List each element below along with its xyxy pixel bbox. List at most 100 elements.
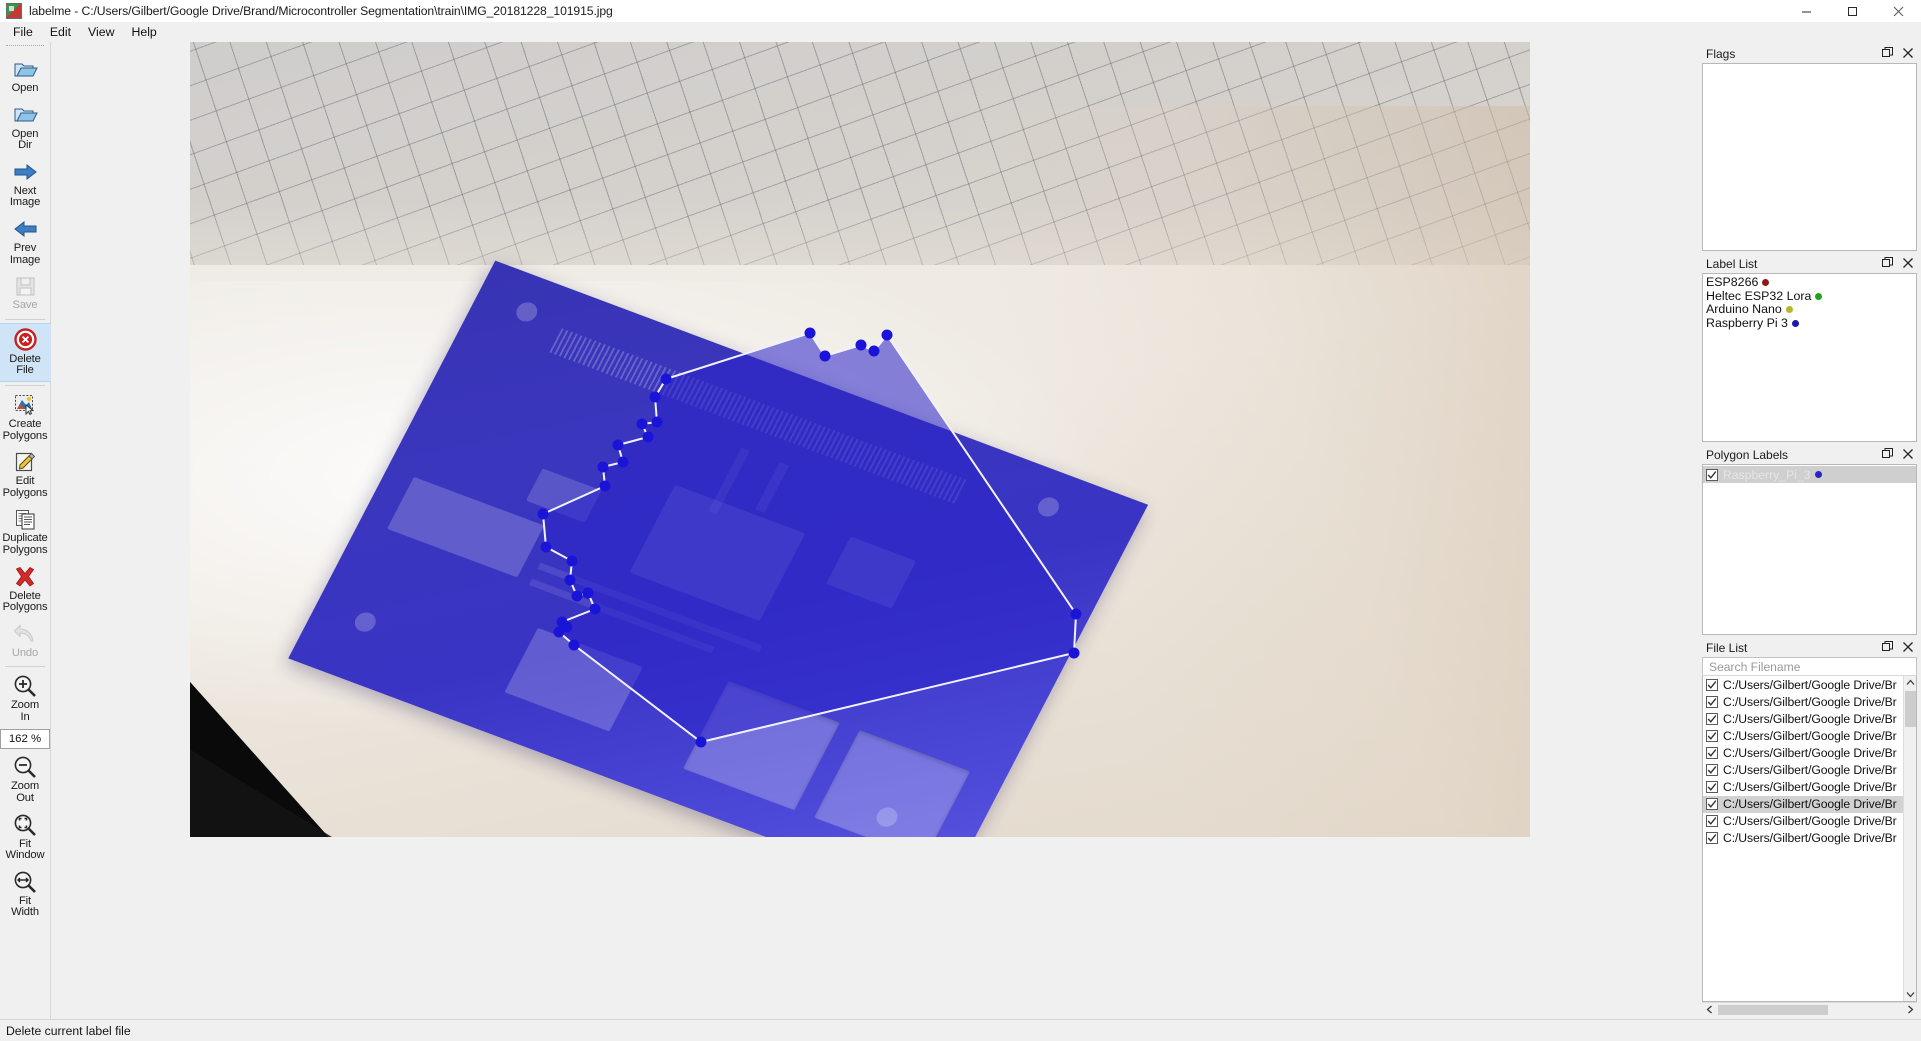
polygon-labels-list[interactable]: Raspberry_Pi_3: [1702, 464, 1917, 635]
polygon-vertex[interactable]: [612, 439, 624, 451]
file-list-item[interactable]: C:/Users/Gilbert/Google Drive/Br: [1703, 779, 1916, 796]
file-list-vertical-scrollbar[interactable]: [1903, 676, 1916, 1001]
label-list-item[interactable]: Raspberry Pi 3: [1703, 316, 1916, 331]
scroll-up-icon[interactable]: [1906, 676, 1915, 689]
tool-undo[interactable]: Undo: [0, 618, 51, 664]
label-list-item[interactable]: Arduino Nano: [1703, 303, 1916, 317]
tool-fit-window[interactable]: Fit Window: [0, 809, 51, 866]
horizontal-scroll-thumb[interactable]: [1718, 1004, 1828, 1015]
scroll-down-icon[interactable]: [1906, 988, 1915, 1001]
polygon-labels-float-icon[interactable]: [1881, 447, 1894, 460]
polygon-label-checkbox[interactable]: [1706, 468, 1718, 481]
file-item-checkbox[interactable]: [1706, 764, 1718, 777]
tool-zoom-in[interactable]: Zoom In: [0, 670, 51, 727]
menu-view[interactable]: View: [80, 23, 123, 42]
polygon-vertex[interactable]: [540, 541, 552, 553]
file-list-horizontal-scrollbar[interactable]: [1702, 1002, 1917, 1016]
file-list-close-icon[interactable]: [1901, 640, 1914, 653]
file-list-item[interactable]: C:/Users/Gilbert/Google Drive/Br: [1703, 761, 1916, 778]
tool-zoom-out[interactable]: Zoom Out: [0, 751, 51, 808]
tool-fit-width[interactable]: Fit Width: [0, 866, 51, 923]
file-list-item[interactable]: C:/Users/Gilbert/Google Drive/Br: [1703, 727, 1916, 744]
flags-float-icon[interactable]: [1881, 46, 1894, 59]
polygon-vertex[interactable]: [855, 339, 867, 351]
tool-next-image[interactable]: Next Image: [0, 156, 51, 213]
file-list-item[interactable]: C:/Users/Gilbert/Google Drive/Br: [1703, 693, 1916, 710]
scroll-right-icon[interactable]: [1903, 1005, 1917, 1014]
file-list-item[interactable]: C:/Users/Gilbert/Google Drive/Br: [1703, 795, 1916, 813]
polygon-vertex[interactable]: [651, 416, 663, 428]
file-item-checkbox[interactable]: [1706, 678, 1718, 691]
polygon-vertex[interactable]: [571, 590, 583, 602]
tool-create-polygons[interactable]: Create Polygons: [0, 389, 51, 446]
file-item-checkbox[interactable]: [1706, 815, 1718, 828]
file-list-rows[interactable]: C:/Users/Gilbert/Google Drive/Br C:/Users…: [1703, 676, 1916, 1001]
file-item-checkbox[interactable]: [1706, 832, 1718, 845]
file-list-item[interactable]: C:/Users/Gilbert/Google Drive/Br: [1703, 813, 1916, 830]
polygon-vertex[interactable]: [599, 480, 611, 492]
polygon-vertex[interactable]: [564, 574, 576, 586]
label-list-close-icon[interactable]: [1901, 256, 1914, 269]
toolbar-drag-handle[interactable]: [6, 45, 44, 51]
polygon-vertex[interactable]: [582, 587, 594, 599]
polygon-vertex[interactable]: [1070, 608, 1082, 620]
label-list[interactable]: ESP8266 Heltec ESP32 Lora Arduino Nano Rasp…: [1702, 273, 1917, 442]
vertical-scroll-thumb[interactable]: [1904, 691, 1916, 727]
polygon-vertex[interactable]: [589, 603, 601, 615]
flags-list[interactable]: [1702, 63, 1917, 251]
polygon-vertex[interactable]: [804, 327, 816, 339]
polygon-vertex[interactable]: [819, 350, 831, 362]
close-icon[interactable]: [1875, 0, 1921, 22]
polygon-vertex[interactable]: [1068, 647, 1080, 659]
polygon-vertex[interactable]: [695, 736, 707, 748]
menu-edit[interactable]: Edit: [42, 23, 80, 42]
polygon-label-item[interactable]: Raspberry_Pi_3: [1703, 466, 1916, 483]
tool-delete-polygons[interactable]: Delete Polygons: [0, 561, 51, 618]
polygon-vertex[interactable]: [649, 391, 661, 403]
file-item-checkbox[interactable]: [1706, 746, 1718, 759]
polygon-vertex[interactable]: [617, 456, 629, 468]
polygon-vertex[interactable]: [566, 555, 578, 567]
file-list-item[interactable]: C:/Users/Gilbert/Google Drive/Br: [1703, 676, 1916, 693]
label-list-item[interactable]: Heltec ESP32 Lora: [1703, 289, 1916, 304]
tool-open-dir[interactable]: Open Dir: [0, 99, 51, 156]
polygon-vertex[interactable]: [537, 508, 549, 520]
tool-delete-file[interactable]: Delete File: [0, 322, 51, 382]
flags-close-icon[interactable]: [1901, 46, 1914, 59]
polygon-vertex[interactable]: [660, 373, 672, 385]
file-item-checkbox[interactable]: [1706, 695, 1718, 708]
file-item-checkbox[interactable]: [1706, 798, 1718, 811]
maximize-icon[interactable]: [1829, 0, 1875, 22]
polygon-shape[interactable]: [541, 331, 1078, 744]
file-list-item[interactable]: C:/Users/Gilbert/Google Drive/Br: [1703, 710, 1916, 727]
file-list-float-icon[interactable]: [1881, 640, 1894, 653]
minimize-icon[interactable]: [1783, 0, 1829, 22]
search-input[interactable]: [1707, 658, 1916, 675]
polygon-vertex[interactable]: [636, 418, 648, 430]
annotated-image[interactable]: [190, 42, 1530, 837]
tool-open[interactable]: Open: [0, 53, 51, 99]
polygon-annotation-overlay[interactable]: [190, 42, 1530, 837]
file-item-checkbox[interactable]: [1706, 712, 1718, 725]
file-search-box[interactable]: [1702, 657, 1917, 676]
file-item-checkbox[interactable]: [1706, 781, 1718, 794]
canvas-area[interactable]: [51, 42, 1699, 1019]
tool-edit-polygons[interactable]: Edit Polygons: [0, 446, 51, 503]
file-list-item[interactable]: C:/Users/Gilbert/Google Drive/Br: [1703, 830, 1916, 847]
label-list-float-icon[interactable]: [1881, 256, 1894, 269]
menu-help[interactable]: Help: [123, 23, 165, 42]
polygon-vertex[interactable]: [597, 461, 609, 473]
polygon-vertex[interactable]: [881, 329, 893, 341]
scroll-left-icon[interactable]: [1702, 1005, 1716, 1014]
polygon-vertex[interactable]: [553, 626, 565, 638]
tool-save[interactable]: Save: [0, 270, 51, 316]
file-item-checkbox[interactable]: [1706, 729, 1718, 742]
polygon-vertex[interactable]: [868, 345, 880, 357]
file-list-item[interactable]: C:/Users/Gilbert/Google Drive/Br: [1703, 744, 1916, 761]
polygon-labels-close-icon[interactable]: [1901, 447, 1914, 460]
label-list-item[interactable]: ESP8266: [1703, 275, 1916, 290]
canvas-scroll[interactable]: [51, 42, 1699, 1019]
polygon-vertex[interactable]: [568, 639, 580, 651]
menu-file[interactable]: File: [5, 23, 42, 42]
file-list-body[interactable]: C:/Users/Gilbert/Google Drive/Br C:/Users…: [1702, 676, 1917, 1002]
